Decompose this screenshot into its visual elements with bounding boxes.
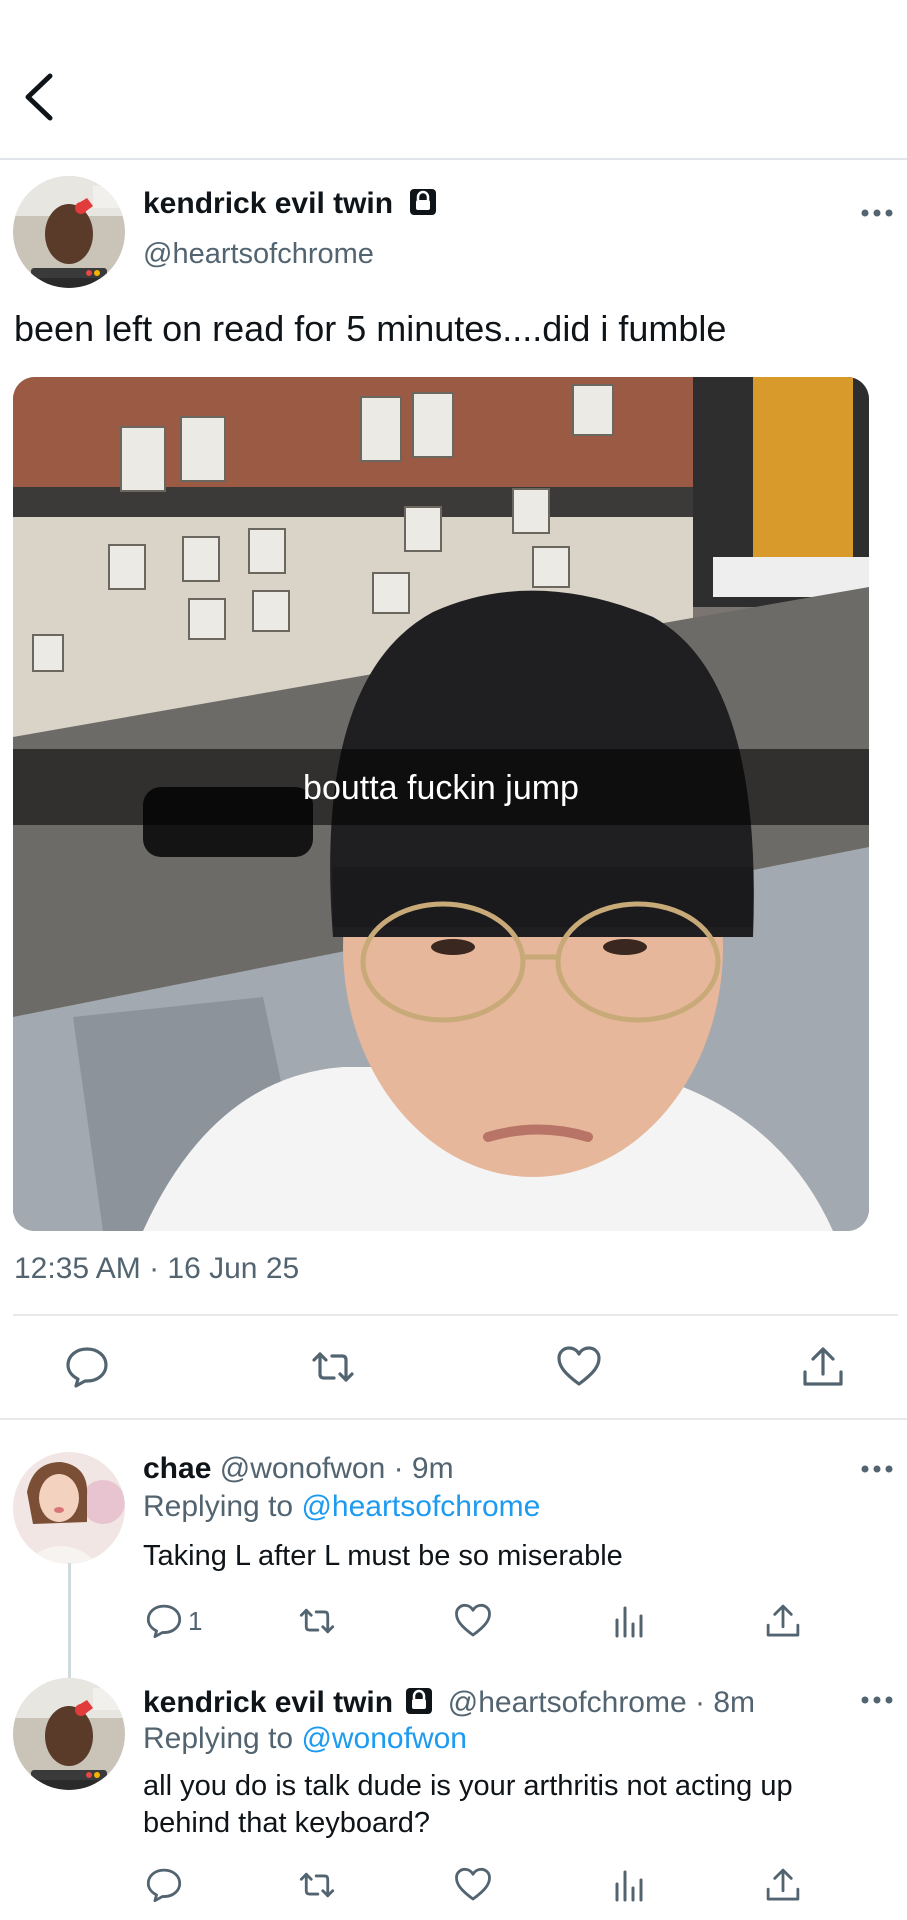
share-icon[interactable] bbox=[800, 1344, 846, 1390]
replying-to: Replying to @wonofwon bbox=[143, 1722, 467, 1756]
author-name[interactable]: kendrick evil twin bbox=[143, 187, 437, 221]
avatar[interactable] bbox=[13, 1452, 125, 1564]
divider bbox=[0, 1418, 907, 1420]
media-caption: boutta fuckin jump bbox=[303, 769, 579, 807]
author-handle[interactable]: @heartsofchrome bbox=[143, 238, 374, 271]
like-icon[interactable] bbox=[556, 1344, 602, 1390]
reply-count: 1 bbox=[188, 1606, 203, 1636]
reply-author-name: chae bbox=[143, 1452, 212, 1485]
more-options-icon[interactable] bbox=[860, 1463, 894, 1475]
more-options-icon[interactable] bbox=[860, 1694, 894, 1706]
replying-to: Replying to @heartsofchrome bbox=[143, 1490, 540, 1524]
reply-author[interactable]: chae @wonofwon · 9m bbox=[143, 1452, 454, 1486]
reply-author-name: kendrick evil twin bbox=[143, 1686, 394, 1719]
reply-text: Taking L after L must be so miserable bbox=[143, 1540, 623, 1572]
retweet-icon[interactable] bbox=[298, 1602, 336, 1640]
more-options-icon[interactable] bbox=[860, 207, 894, 219]
avatar[interactable] bbox=[13, 1678, 125, 1790]
divider bbox=[13, 1314, 898, 1316]
reply-icon[interactable] bbox=[64, 1344, 110, 1390]
reply-icon[interactable] bbox=[145, 1602, 183, 1640]
thread-line bbox=[68, 1563, 71, 1678]
tweet-image[interactable]: boutta fuckin jump bbox=[13, 377, 869, 1231]
media-caption-bar: boutta fuckin jump bbox=[13, 749, 869, 825]
reply-text: all you do is talk dude is your arthriti… bbox=[143, 1768, 793, 1842]
analytics-icon[interactable] bbox=[610, 1866, 648, 1904]
lock-icon bbox=[410, 189, 437, 215]
tweet-timestamp[interactable]: 12:35 AM · 16 Jun 25 bbox=[14, 1252, 299, 1286]
replying-to-link[interactable]: @heartsofchrome bbox=[301, 1490, 540, 1523]
share-icon[interactable] bbox=[764, 1602, 802, 1640]
lock-icon bbox=[406, 1688, 433, 1714]
reply-icon[interactable] bbox=[145, 1866, 183, 1904]
retweet-icon[interactable] bbox=[310, 1344, 356, 1390]
share-icon[interactable] bbox=[764, 1866, 802, 1904]
like-icon[interactable] bbox=[454, 1866, 492, 1904]
reply-text-line: all you do is talk dude is your arthriti… bbox=[143, 1770, 793, 1802]
retweet-icon[interactable] bbox=[298, 1866, 336, 1904]
top-bar bbox=[0, 0, 907, 160]
replying-to-prefix: Replying to bbox=[143, 1490, 294, 1523]
tweet-text: been left on read for 5 minutes....did i… bbox=[14, 308, 727, 349]
reply-author[interactable]: kendrick evil twin @heartsofchrome · 8m bbox=[143, 1686, 755, 1720]
replying-to-link[interactable]: @wonofwon bbox=[301, 1722, 467, 1755]
avatar[interactable] bbox=[13, 176, 125, 288]
replying-to-prefix: Replying to bbox=[143, 1722, 294, 1755]
reply-handle-time: @wonofwon · 9m bbox=[219, 1452, 454, 1485]
chevron-left-icon[interactable] bbox=[18, 70, 62, 124]
analytics-icon[interactable] bbox=[610, 1602, 648, 1640]
reply-text-line: behind that keyboard? bbox=[143, 1807, 430, 1839]
reply-handle-time: @heartsofchrome · 8m bbox=[447, 1686, 756, 1719]
like-icon[interactable] bbox=[454, 1602, 492, 1640]
author-name-text: kendrick evil twin bbox=[143, 187, 394, 220]
